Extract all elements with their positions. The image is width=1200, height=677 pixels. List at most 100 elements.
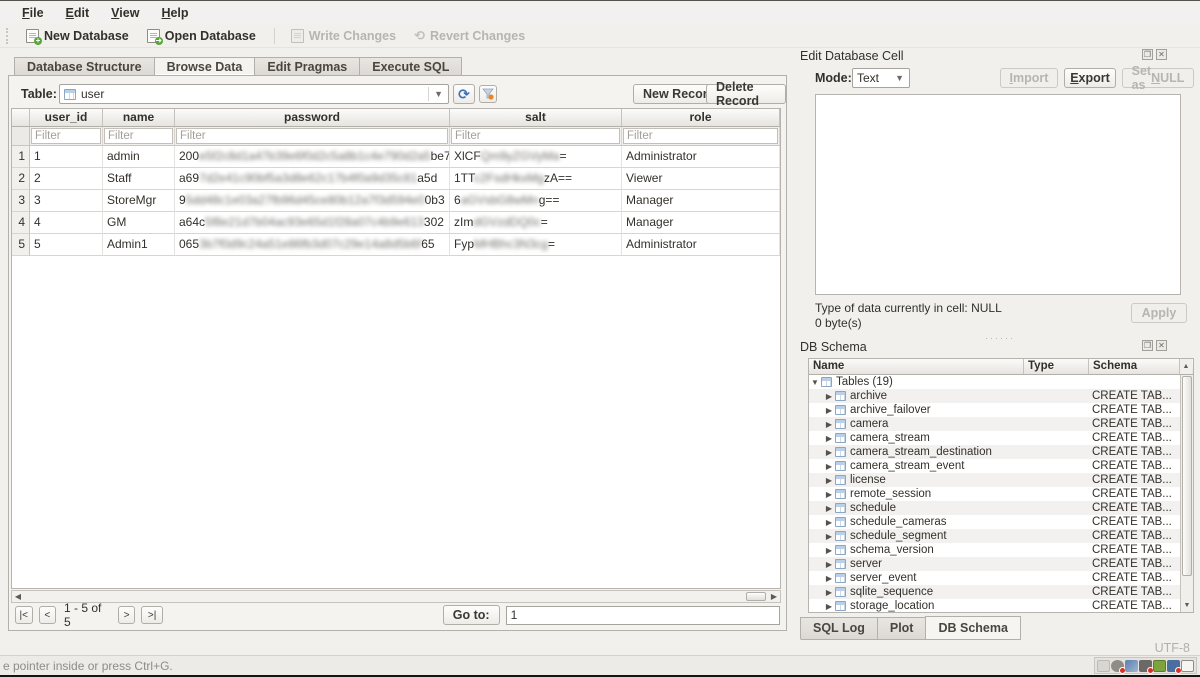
chevron-right-icon[interactable]: ▶ [823, 518, 835, 527]
tree-column-name[interactable]: Name [809, 359, 1024, 374]
schema-table-row[interactable]: ▶ camera_stream_destination CREATE TAB..… [809, 445, 1182, 459]
chevron-right-icon[interactable]: ▶ [823, 546, 835, 555]
prev-page-button[interactable]: < [39, 606, 57, 624]
scrollbar-thumb[interactable] [746, 592, 766, 601]
tab-execute-sql[interactable]: Execute SQL [359, 57, 462, 76]
toolbar-drag-handle[interactable] [6, 28, 12, 44]
tree-root-tables[interactable]: ▼ Tables (19) [809, 375, 1182, 389]
schema-table-row[interactable]: ▶ camera_stream CREATE TAB... [809, 431, 1182, 445]
chevron-right-icon[interactable]: ▶ [823, 532, 835, 541]
cell-password[interactable]: 200e5f2c8d1a47b39e6f0d2c5a8b1c4e790d2a5b… [175, 146, 450, 168]
disk-icon[interactable] [1139, 660, 1152, 672]
cell-name[interactable]: Admin1 [103, 234, 175, 256]
chevron-right-icon[interactable]: ▶ [823, 490, 835, 499]
mode-combobox[interactable]: Text ▼ [852, 68, 910, 88]
cell-password[interactable]: 95dd48c1e03a27fb96d45ce80b12a7f3d594e00b… [175, 190, 450, 212]
goto-button[interactable]: Go to: [443, 605, 500, 625]
tree-column-type[interactable]: Type [1024, 359, 1089, 374]
grid-corner[interactable] [12, 109, 30, 127]
clipboard-icon[interactable] [1181, 660, 1194, 672]
row-number[interactable]: 5 [12, 234, 30, 256]
sync-icon[interactable] [1111, 660, 1124, 672]
float-panel-icon[interactable]: ❐ [1142, 340, 1153, 351]
schema-table-row[interactable]: ▶ camera_stream_event CREATE TAB... [809, 459, 1182, 473]
chevron-right-icon[interactable]: ▶ [823, 406, 835, 415]
schema-table-row[interactable]: ▶ schedule_cameras CREATE TAB... [809, 515, 1182, 529]
cell-role[interactable]: Administrator [622, 146, 780, 168]
filter-input-salt[interactable] [451, 128, 620, 144]
schema-table-row[interactable]: ▶ sqlite_sequence CREATE TAB... [809, 585, 1182, 599]
schema-table-row[interactable]: ▶ remote_session CREATE TAB... [809, 487, 1182, 501]
cell-user-id[interactable]: 4 [30, 212, 103, 234]
schema-table-row[interactable]: ▶ archive_failover CREATE TAB... [809, 403, 1182, 417]
tab-edit-pragmas[interactable]: Edit Pragmas [254, 57, 359, 76]
cell-salt[interactable]: zImdGVzdDQ0c= [450, 212, 622, 234]
menu-help[interactable]: Help [151, 3, 198, 23]
scrollbar-thumb[interactable] [1182, 376, 1192, 576]
column-header-user-id[interactable]: user_id [30, 109, 103, 127]
scroll-up-icon[interactable]: ▲ [1179, 359, 1192, 374]
cell-user-id[interactable]: 3 [30, 190, 103, 212]
chevron-right-icon[interactable]: ▶ [823, 462, 835, 471]
schema-table-row[interactable]: ▶ server CREATE TAB... [809, 557, 1182, 571]
chevron-right-icon[interactable]: ▶ [823, 392, 835, 401]
table-row[interactable]: 5 5 Admin1 0653b7f0d9c24a51e86fb3d07c29e… [12, 234, 780, 256]
table-combobox[interactable]: user ▼ [59, 84, 449, 104]
tree-vertical-scrollbar[interactable]: ▼ [1180, 375, 1193, 612]
tab-sql-log[interactable]: SQL Log [800, 617, 877, 640]
export-button[interactable]: Export [1064, 68, 1116, 88]
cell-user-id[interactable]: 1 [30, 146, 103, 168]
filter-input-password[interactable] [176, 128, 448, 144]
column-header-name[interactable]: name [103, 109, 175, 127]
tab-db-schema[interactable]: DB Schema [925, 616, 1020, 640]
chevron-right-icon[interactable]: ▶ [823, 504, 835, 513]
cell-password[interactable]: a697d2e41c90bf5a3d8e62c17b4f0a9d35c81a5d [175, 168, 450, 190]
scroll-down-icon[interactable]: ▼ [1181, 601, 1193, 612]
splitter-handle[interactable]: ······ [985, 333, 1015, 343]
last-page-button[interactable]: >| [141, 606, 162, 624]
tree-column-schema[interactable]: Schema [1089, 359, 1179, 374]
cell-password[interactable]: a64c5f8e21d7b04ac93e65d1f28a07c4b9e61330… [175, 212, 450, 234]
row-number[interactable]: 1 [12, 146, 30, 168]
table-row[interactable]: 4 4 GM a64c5f8e21d7b04ac93e65d1f28a07c4b… [12, 212, 780, 234]
cell-salt[interactable]: 1TTc2FsdHkxMgzA== [450, 168, 622, 190]
table-row[interactable]: 3 3 StoreMgr 95dd48c1e03a27fb96d45ce80b1… [12, 190, 780, 212]
row-number[interactable]: 2 [12, 168, 30, 190]
menu-view[interactable]: View [101, 3, 149, 23]
schema-table-row[interactable]: ▶ storage_location CREATE TAB... [809, 599, 1182, 613]
cell-name[interactable]: StoreMgr [103, 190, 175, 212]
row-number[interactable]: 4 [12, 212, 30, 234]
table-row[interactable]: 1 1 admin 200e5f2c8d1a47b39e6f0d2c5a8b1c… [12, 146, 780, 168]
schema-table-row[interactable]: ▶ license CREATE TAB... [809, 473, 1182, 487]
cell-role[interactable]: Manager [622, 212, 780, 234]
new-database-button[interactable]: + New Database [20, 27, 137, 45]
cell-salt[interactable]: FypMHBhc3N3cg= [450, 234, 622, 256]
schema-table-row[interactable]: ▶ archive CREATE TAB... [809, 389, 1182, 403]
chevron-down-icon[interactable]: ▼ [809, 378, 821, 387]
schema-table-row[interactable]: ▶ camera CREATE TAB... [809, 417, 1182, 431]
chevron-right-icon[interactable]: ▶ [823, 588, 835, 597]
chevron-right-icon[interactable]: ▶ [823, 560, 835, 569]
menu-edit[interactable]: Edit [56, 3, 100, 23]
filter-input-user-id[interactable] [31, 128, 101, 144]
cell-salt[interactable]: XlCFQm9yZGVyMa= [450, 146, 622, 168]
cell-password[interactable]: 0653b7f0d9c24a51e86fb3d07c29e14a8d5b6f65 [175, 234, 450, 256]
terminal-icon[interactable] [1153, 660, 1166, 672]
window-icon[interactable] [1097, 660, 1110, 672]
cell-name[interactable]: Staff [103, 168, 175, 190]
open-database-button[interactable]: ➜ Open Database [141, 27, 264, 45]
column-header-salt[interactable]: salt [450, 109, 622, 127]
row-number[interactable]: 3 [12, 190, 30, 212]
chevron-right-icon[interactable]: ▶ [823, 602, 835, 611]
table-row[interactable]: 2 2 Staff a697d2e41c90bf5a3d8e62c17b4f0a… [12, 168, 780, 190]
chevron-right-icon[interactable]: ▶ [823, 476, 835, 485]
cell-name[interactable]: GM [103, 212, 175, 234]
cell-user-id[interactable]: 5 [30, 234, 103, 256]
filter-input-name[interactable] [104, 128, 173, 144]
schema-table-row[interactable]: ▶ server_event CREATE TAB... [809, 571, 1182, 585]
scroll-right-icon[interactable]: ▶ [768, 591, 780, 602]
cell-role[interactable]: Administrator [622, 234, 780, 256]
delete-record-button[interactable]: Delete Record [706, 84, 786, 104]
network-icon[interactable] [1167, 660, 1180, 672]
tab-database-structure[interactable]: Database Structure [14, 57, 154, 76]
